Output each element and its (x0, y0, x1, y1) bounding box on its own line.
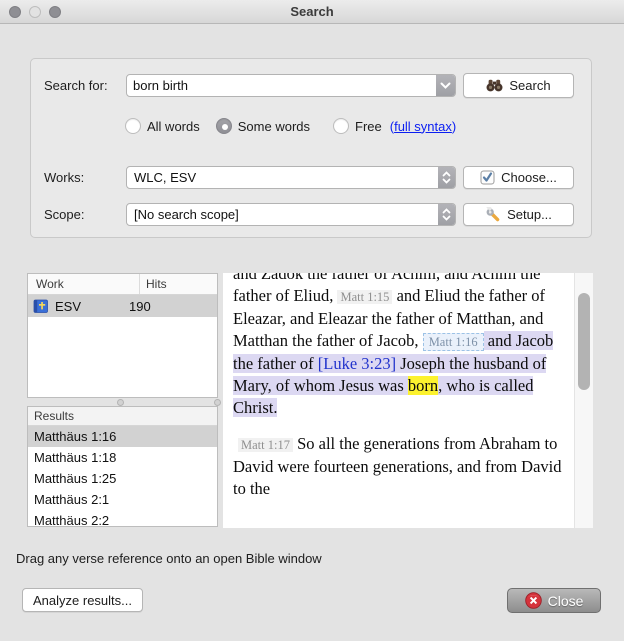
verse-reference[interactable]: Matt 1:17 (238, 438, 293, 452)
scope-popup-value: [No search scope] (127, 204, 438, 225)
works-popup[interactable]: WLC, ESV (126, 166, 456, 189)
result-item[interactable]: Matthäus 2:1 (28, 489, 217, 510)
splitter-grip-icon[interactable] (117, 399, 124, 406)
up-down-chevrons-icon[interactable] (438, 204, 455, 225)
setup-button[interactable]: Setup... (463, 203, 574, 226)
work-hits-table: Work Hits ESV 190 (27, 273, 218, 398)
window-title: Search (0, 4, 624, 19)
up-down-chevrons-icon[interactable] (438, 167, 455, 188)
works-label: Works: (44, 166, 84, 189)
search-query-combobox[interactable] (126, 74, 456, 97)
title-bar: Search (0, 0, 624, 24)
result-item[interactable]: Matthäus 1:16 (28, 426, 217, 447)
radio-circle-icon (216, 118, 232, 134)
red-circle-x-icon (525, 592, 542, 609)
scope-popup[interactable]: [No search scope] (126, 203, 456, 226)
search-button-label: Search (509, 78, 550, 93)
result-item[interactable]: Matthäus 2:2 (28, 510, 217, 527)
verse-text-segment: born (408, 376, 438, 395)
result-item[interactable]: Matthäus 1:18 (28, 447, 217, 468)
full-syntax-wrapper: (full syntax) (390, 119, 457, 134)
verse-paragraph: Matt 1:17 So all the generations from Ab… (233, 433, 566, 500)
work-table-row[interactable]: ESV 190 (28, 295, 217, 317)
chevron-down-icon[interactable] (436, 75, 455, 96)
hits-column-header[interactable]: Hits (139, 274, 217, 294)
search-for-label: Search for: (44, 74, 108, 97)
verse-reference[interactable]: Matt 1:16 (423, 333, 484, 351)
work-hits-header: Work Hits (28, 274, 217, 295)
drag-hint-text: Drag any verse reference onto an open Bi… (16, 551, 322, 566)
search-mode-radio-group: All words Some words Free (full syntax) (110, 115, 580, 137)
radio-circle-icon (125, 118, 141, 134)
results-list-header: Results (28, 407, 217, 426)
verse-reference[interactable]: Matt 1:15 (337, 290, 392, 304)
choose-button[interactable]: Choose... (463, 166, 574, 189)
work-column-header[interactable]: Work (28, 274, 139, 294)
result-item[interactable]: Matthäus 1:25 (28, 468, 217, 489)
verse-text-pane[interactable]: and Zadok the father of Achim, and Achim… (223, 273, 574, 528)
setup-button-label: Setup... (507, 207, 552, 222)
radio-all-words[interactable]: All words (125, 118, 200, 134)
scope-label: Scope: (44, 203, 84, 226)
analyze-results-label: Analyze results... (33, 593, 132, 608)
full-syntax-link[interactable]: full syntax (394, 119, 452, 134)
results-list: Results Matthäus 1:16 Matthäus 1:18 Matt… (27, 406, 218, 527)
checked-checkbox-icon (480, 170, 495, 185)
scrollbar-thumb[interactable] (578, 293, 590, 390)
close-button[interactable]: Close (507, 588, 601, 613)
search-query-input[interactable] (127, 75, 436, 96)
bible-book-icon (33, 299, 49, 314)
radio-free[interactable]: Free (333, 118, 382, 134)
verse-paragraph: and Zadok the father of Achim, and Achim… (233, 273, 566, 419)
splitter-grip-icon[interactable] (214, 399, 221, 406)
work-name: ESV (55, 299, 122, 314)
radio-circle-icon (333, 118, 349, 134)
wrench-icon (485, 207, 501, 223)
search-button[interactable]: Search (463, 73, 574, 98)
radio-some-words[interactable]: Some words (216, 118, 310, 134)
close-button-label: Close (548, 593, 584, 609)
choose-button-label: Choose... (501, 170, 557, 185)
binoculars-icon (486, 79, 503, 92)
works-popup-value: WLC, ESV (127, 167, 438, 188)
analyze-results-button[interactable]: Analyze results... (22, 588, 143, 612)
work-hits-count: 190 (122, 299, 151, 314)
verse-reference[interactable]: [Luke 3:23] (318, 354, 396, 373)
